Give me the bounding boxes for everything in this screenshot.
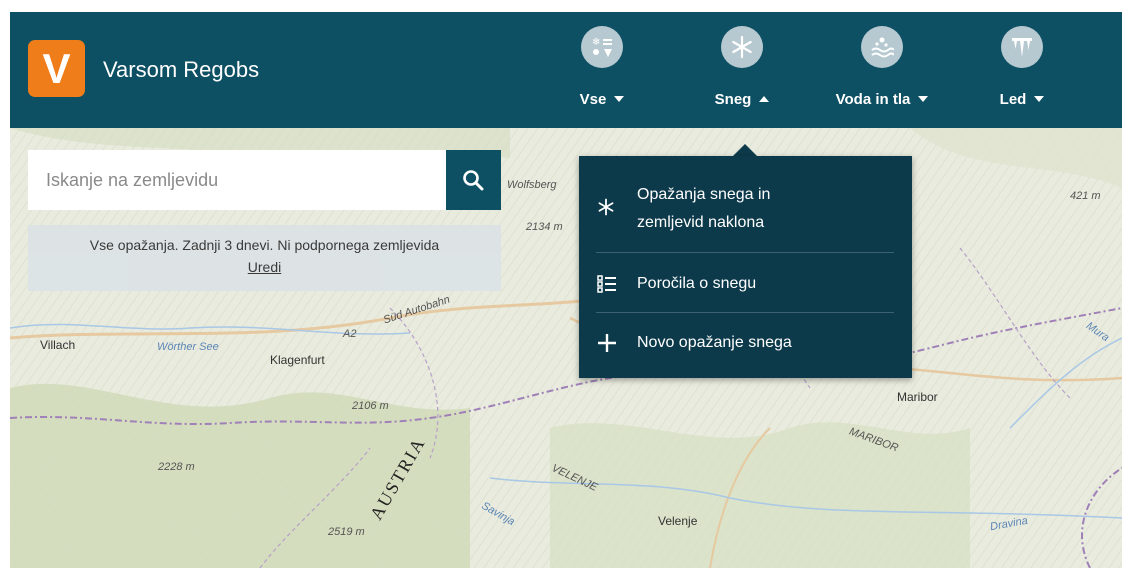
map-road-label: A2 — [343, 328, 357, 340]
ice-icon — [1001, 26, 1043, 68]
nav-label: Voda in tla — [835, 91, 911, 108]
search-icon — [463, 170, 484, 191]
map-peak-label: 2134 m — [526, 221, 563, 233]
nav-snow[interactable]: Sneg — [687, 12, 797, 128]
menu-item-label: Poročila o snegu — [637, 275, 757, 292]
snowflake-icon — [721, 26, 763, 68]
app-title[interactable]: Varsom Regobs — [103, 57, 259, 83]
menu-divider — [596, 252, 894, 253]
snow-dropdown-menu: Opažanja snega in zemljevid naklona Poro… — [579, 156, 912, 378]
chevron-down-icon — [1034, 96, 1045, 102]
nav-label: Sneg — [714, 91, 752, 108]
nav-label: Vse — [579, 91, 607, 108]
map-place-label: Villach — [40, 338, 76, 352]
map-lake-label: Wörther See — [157, 341, 219, 353]
menu-item-snow-reports[interactable]: Poročila o snegu — [579, 256, 912, 310]
nav-water-soil[interactable]: Voda in tla — [827, 12, 937, 128]
list-icon — [597, 275, 616, 293]
chevron-down-icon — [614, 96, 625, 102]
nav-all-observations[interactable]: ❄ Vse — [547, 12, 657, 128]
map-search — [28, 150, 446, 210]
plus-icon — [598, 334, 616, 352]
menu-item-new-snow-observation[interactable]: Novo opažanje snega — [579, 316, 912, 370]
map-place-label: Velenje — [658, 514, 698, 528]
chevron-up-icon — [759, 96, 770, 102]
app-window: Wolfsberg Villach Klagenfurt Maribor MAR… — [10, 12, 1122, 568]
edit-filter-link[interactable]: Uredi — [28, 259, 501, 275]
top-navigation-bar: V Varsom Regobs ❄ Vse Sneg Voda in tla L… — [10, 12, 1122, 128]
water-soil-icon — [861, 26, 903, 68]
map-peak-label: 2228 m — [158, 461, 195, 473]
menu-item-label: zemljevid naklona — [637, 214, 765, 231]
nav-ice[interactable]: Led — [967, 12, 1077, 128]
menu-item-label: Opažanja snega in — [637, 186, 771, 203]
chevron-down-icon — [918, 96, 929, 102]
filter-summary: Vse opažanja. Zadnji 3 dnevi. Ni podporn… — [28, 225, 501, 291]
nav-label: Led — [999, 91, 1027, 108]
app-logo[interactable]: V — [28, 40, 85, 97]
all-observations-icon: ❄ — [581, 26, 623, 68]
menu-item-snow-observations[interactable]: Opažanja snega in zemljevid naklona — [579, 176, 912, 238]
map-peak-label: 421 m — [1070, 190, 1101, 202]
map-place-label: Maribor — [897, 390, 938, 404]
filter-summary-text: Vse opažanja. Zadnji 3 dnevi. Ni podporn… — [89, 237, 440, 253]
snowflake-icon — [598, 198, 614, 216]
map-place-label: Wolfsberg — [507, 179, 557, 191]
menu-divider — [596, 312, 894, 313]
menu-item-label: Novo opažanje snega — [637, 334, 792, 351]
search-input[interactable] — [28, 150, 446, 210]
svg-text:❄: ❄ — [592, 37, 600, 48]
search-button[interactable] — [446, 150, 501, 210]
map-place-label: Klagenfurt — [270, 353, 325, 367]
map-peak-label: 2106 m — [352, 400, 389, 412]
map-peak-label: 2519 m — [328, 526, 365, 538]
